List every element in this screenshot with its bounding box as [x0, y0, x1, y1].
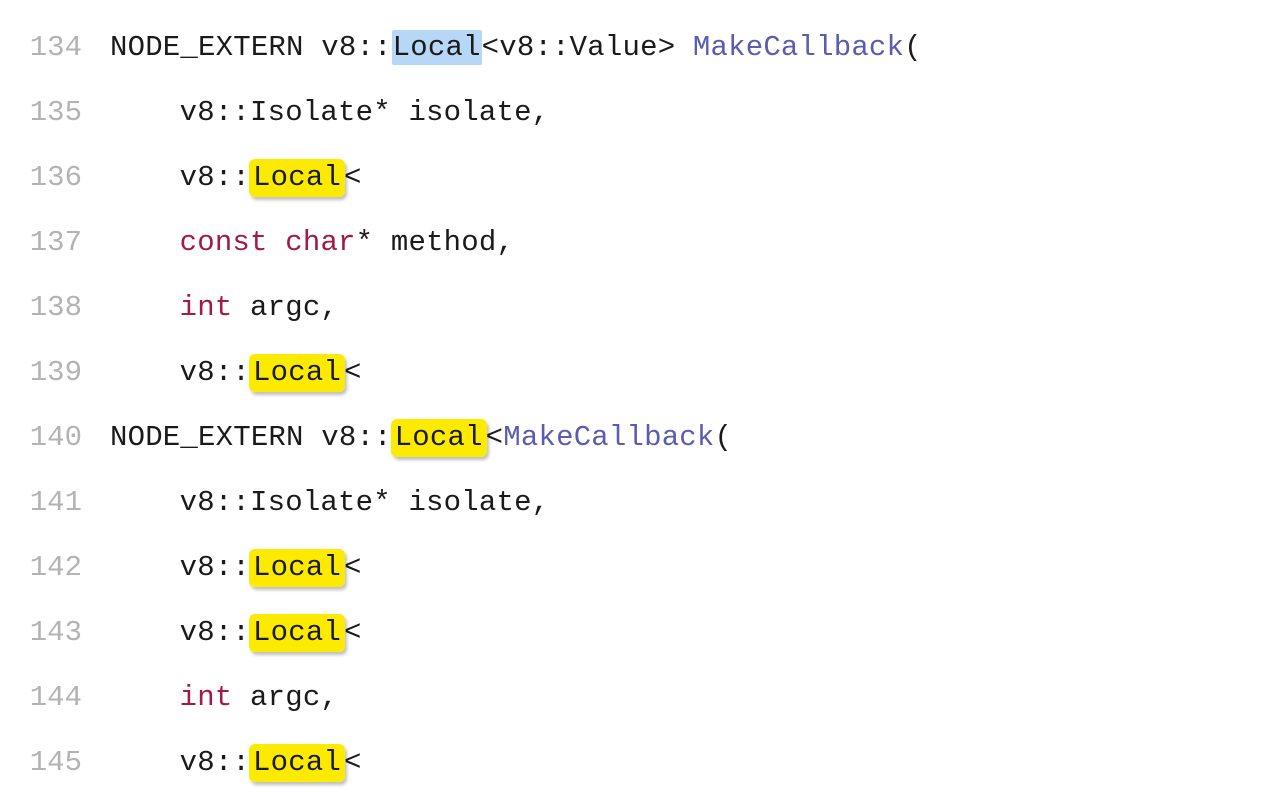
code-token: v8::: [180, 616, 250, 649]
search-match-highlight: Local: [249, 159, 345, 197]
search-match-highlight: Local: [249, 614, 345, 652]
line-number: 143: [0, 618, 110, 647]
line-number: 142: [0, 553, 110, 582]
code-token: char: [285, 226, 355, 259]
search-match-highlight: Local: [249, 354, 345, 392]
line-number: 134: [0, 33, 110, 62]
code-token: v8::: [180, 551, 250, 584]
code-line[interactable]: 136v8::Local<: [0, 145, 1280, 210]
code-line[interactable]: 140NODE_EXTERN v8::Local<MakeCallback(: [0, 405, 1280, 470]
search-match-highlight: Local: [391, 419, 487, 457]
search-match-highlight: Local: [249, 549, 345, 587]
code-token: v8::: [180, 161, 250, 194]
line-number: 138: [0, 293, 110, 322]
code-token: NODE_EXTERN v8::: [110, 31, 392, 64]
code-content[interactable]: v8::Local<: [110, 618, 1280, 647]
code-content[interactable]: v8::Local<: [110, 553, 1280, 582]
code-content[interactable]: const char* method,: [110, 228, 1280, 257]
code-token: int: [180, 291, 233, 324]
code-line[interactable]: 144int argc,: [0, 665, 1280, 730]
code-content[interactable]: v8::Local<: [110, 748, 1280, 777]
code-token: argc,: [232, 291, 338, 324]
code-content[interactable]: v8::Isolate* isolate,: [110, 98, 1280, 127]
code-token: const: [180, 226, 268, 259]
code-content[interactable]: int argc,: [110, 683, 1280, 712]
code-token: v8::: [180, 746, 250, 779]
code-content[interactable]: v8::Local<: [110, 358, 1280, 387]
code-line[interactable]: 134NODE_EXTERN v8::Local<v8::Value> Make…: [0, 15, 1280, 80]
code-token: MakeCallback: [693, 31, 904, 64]
code-line[interactable]: 143v8::Local<: [0, 600, 1280, 665]
code-token: [268, 226, 286, 259]
code-token: v8::: [180, 356, 250, 389]
code-token: * method,: [356, 226, 514, 259]
code-line[interactable]: 141 v8::Isolate* isolate,: [0, 470, 1280, 535]
code-token: <v8::Value>: [482, 31, 693, 64]
line-number: 137: [0, 228, 110, 257]
search-match-highlight: Local: [249, 744, 345, 782]
selection-highlight: Local: [392, 30, 482, 65]
line-number: 135: [0, 98, 110, 127]
code-token: <: [344, 356, 362, 389]
code-token: v8::Isolate* isolate,: [180, 96, 550, 129]
code-token: <: [486, 421, 504, 454]
code-content[interactable]: int argc,: [110, 293, 1280, 322]
code-content[interactable]: v8::Isolate* isolate,: [110, 488, 1280, 517]
line-number: 145: [0, 748, 110, 777]
line-number: 144: [0, 683, 110, 712]
code-token: MakeCallback: [503, 421, 714, 454]
code-line[interactable]: 137const char* method,: [0, 210, 1280, 275]
code-line[interactable]: 138int argc,: [0, 275, 1280, 340]
line-number: 140: [0, 423, 110, 452]
line-number: 136: [0, 163, 110, 192]
code-editor[interactable]: 134NODE_EXTERN v8::Local<v8::Value> Make…: [0, 15, 1280, 795]
code-content[interactable]: NODE_EXTERN v8::Local<v8::Value> MakeCal…: [110, 33, 1280, 62]
code-token: <: [344, 616, 362, 649]
line-number: 141: [0, 488, 110, 517]
code-token: v8::Isolate* isolate,: [180, 486, 550, 519]
code-token: (: [715, 421, 733, 454]
code-token: argc,: [232, 681, 338, 714]
code-content[interactable]: NODE_EXTERN v8::Local<MakeCallback(: [110, 423, 1280, 452]
code-token: <: [344, 551, 362, 584]
code-token: NODE_EXTERN v8::: [110, 421, 392, 454]
code-content[interactable]: v8::Local<: [110, 163, 1280, 192]
code-token: <: [344, 746, 362, 779]
code-token: (: [904, 31, 922, 64]
code-line[interactable]: 139v8::Local<: [0, 340, 1280, 405]
code-token: int: [180, 681, 233, 714]
line-number: 139: [0, 358, 110, 387]
code-line[interactable]: 145v8::Local<: [0, 730, 1280, 795]
code-line[interactable]: 142v8::Local<: [0, 535, 1280, 600]
code-line[interactable]: 135 v8::Isolate* isolate,: [0, 80, 1280, 145]
code-token: <: [344, 161, 362, 194]
